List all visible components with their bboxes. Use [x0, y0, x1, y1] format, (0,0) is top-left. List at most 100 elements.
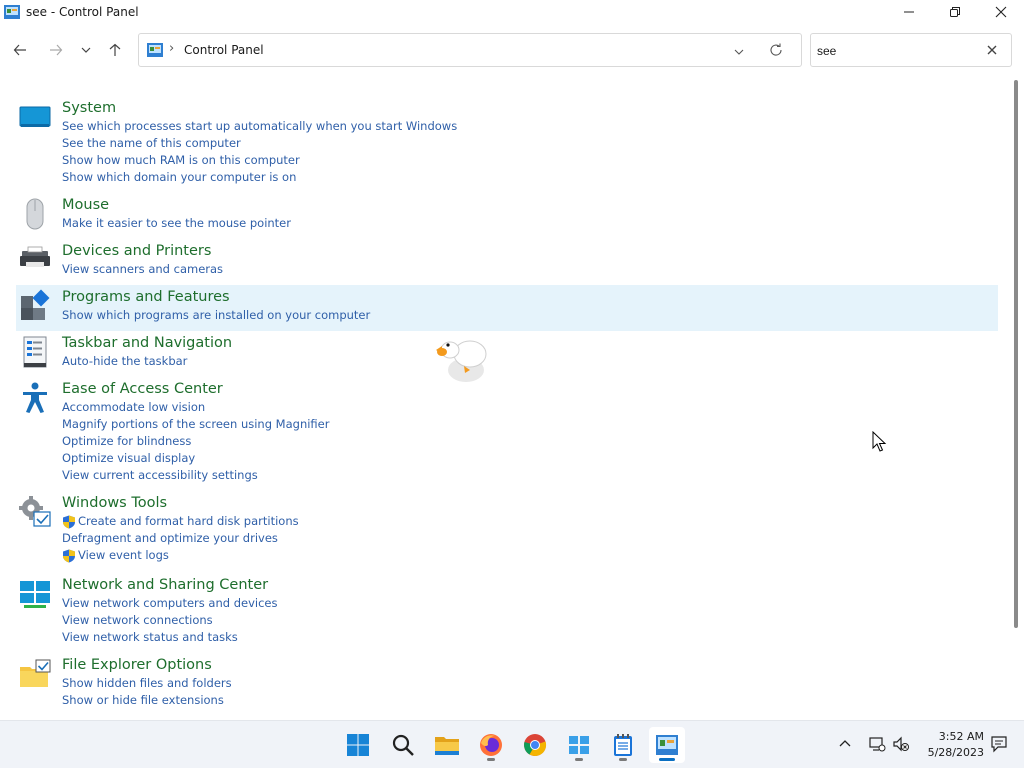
- result-title[interactable]: Taskbar and Navigation: [62, 331, 998, 353]
- result-link[interactable]: View event logs: [62, 547, 998, 564]
- result-link[interactable]: Make it easier to see the mouse pointer: [62, 215, 998, 232]
- maximize-button[interactable]: [932, 0, 978, 24]
- result-link[interactable]: Magnify portions of the screen using Mag…: [62, 416, 998, 433]
- result-link[interactable]: Defragment and optimize your drives: [62, 530, 998, 547]
- goose-icon: [436, 340, 487, 382]
- control-panel-icon: [656, 735, 678, 755]
- uac-shield-icon: [63, 549, 75, 562]
- result-ease-of-access-center: Ease of Access Center Accommodate low vi…: [16, 377, 998, 491]
- result-link[interactable]: See which processes start up automatical…: [62, 118, 998, 135]
- programs-icon: [21, 289, 50, 320]
- result-title[interactable]: System: [62, 96, 998, 118]
- show-hidden-icons-button[interactable]: [834, 733, 856, 755]
- active-indicator: [659, 758, 675, 761]
- result-link[interactable]: View current accessibility settings: [62, 467, 998, 484]
- result-link[interactable]: View network computers and devices: [62, 595, 998, 612]
- window-title: see - Control Panel: [26, 5, 139, 19]
- result-title[interactable]: Mouse: [62, 193, 998, 215]
- result-link[interactable]: Optimize for blindness: [62, 433, 998, 450]
- firefox-icon: [480, 734, 502, 756]
- taskbar-search-button[interactable]: [385, 727, 421, 763]
- result-link-text[interactable]: View event logs: [78, 547, 169, 564]
- result-programs-and-features[interactable]: Programs and Features Show which program…: [16, 285, 998, 331]
- minimize-button[interactable]: [886, 0, 932, 24]
- vertical-scrollbar[interactable]: [1014, 80, 1018, 628]
- title-bar: see - Control Panel: [0, 0, 1024, 24]
- result-windows-tools: Windows Tools Create and format hard dis…: [16, 491, 998, 573]
- address-bar[interactable]: › Control Panel: [138, 33, 802, 67]
- running-indicator: [619, 758, 627, 761]
- result-link[interactable]: View scanners and cameras: [62, 261, 998, 278]
- breadcrumb-control-panel[interactable]: Control Panel: [184, 43, 264, 57]
- notepad-icon: [614, 734, 632, 756]
- mouse-cursor-icon: [872, 431, 887, 452]
- taskbar-notepad[interactable]: [605, 727, 641, 763]
- up-button[interactable]: [105, 40, 125, 60]
- result-network-and-sharing-center: Network and Sharing Center View network …: [16, 573, 998, 653]
- search-icon: [392, 734, 414, 756]
- result-link[interactable]: Show or hide file extensions: [62, 692, 998, 709]
- printer-icon: [20, 246, 50, 267]
- result-link[interactable]: View network connections: [62, 612, 998, 629]
- result-devices-and-printers: Devices and Printers View scanners and c…: [16, 239, 998, 285]
- start-button[interactable]: [340, 727, 376, 763]
- clock[interactable]: 3:52 AM 5/28/2023: [918, 729, 984, 761]
- result-title[interactable]: Windows Tools: [62, 491, 998, 513]
- taskbar-app-grid[interactable]: [561, 727, 597, 763]
- result-link[interactable]: Show hidden files and folders: [62, 675, 998, 692]
- accessibility-icon: [23, 382, 47, 413]
- result-title[interactable]: Programs and Features: [62, 285, 998, 307]
- volume-button[interactable]: [890, 733, 912, 755]
- result-title[interactable]: Network and Sharing Center: [62, 573, 998, 595]
- result-link[interactable]: Show which domain your computer is on: [62, 169, 998, 186]
- result-link[interactable]: Optimize visual display: [62, 450, 998, 467]
- refresh-button[interactable]: [769, 42, 785, 58]
- result-link[interactable]: Show how much RAM is on this computer: [62, 152, 998, 169]
- close-button[interactable]: [978, 0, 1024, 24]
- arrow-right-icon: [50, 44, 63, 56]
- search-input[interactable]: [817, 42, 977, 60]
- taskbar-chrome[interactable]: [517, 727, 553, 763]
- taskbar-file-explorer[interactable]: [429, 727, 465, 763]
- control-panel-icon: [147, 43, 163, 57]
- address-dropdown-button[interactable]: [733, 43, 749, 59]
- result-link[interactable]: Auto-hide the taskbar: [62, 353, 998, 370]
- chrome-icon: [524, 734, 547, 757]
- breadcrumb-separator[interactable]: ›: [169, 41, 174, 56]
- result-title[interactable]: Ease of Access Center: [62, 377, 998, 399]
- network-status-button[interactable]: [866, 733, 888, 755]
- result-link[interactable]: Accommodate low vision: [62, 399, 998, 416]
- clock-date: 5/28/2023: [927, 746, 984, 759]
- result-link[interactable]: View network status and tasks: [62, 629, 998, 646]
- result-link[interactable]: Create and format hard disk partitions: [62, 513, 998, 530]
- search-box[interactable]: [810, 33, 1012, 67]
- chevron-down-icon: [734, 49, 744, 55]
- forward-button[interactable]: [46, 40, 66, 60]
- result-system: System See which processes start up auto…: [16, 96, 998, 193]
- result-title[interactable]: Devices and Printers: [62, 239, 998, 261]
- clear-search-button[interactable]: [985, 43, 999, 57]
- result-taskbar-and-navigation: Taskbar and Navigation Auto-hide the tas…: [16, 331, 998, 377]
- folder-options-icon: [20, 659, 51, 687]
- mouse-icon: [26, 198, 44, 230]
- network-status-icon: [869, 737, 886, 752]
- recent-locations-button[interactable]: [76, 40, 96, 60]
- notifications-button[interactable]: [988, 733, 1010, 755]
- minimize-icon: [904, 11, 914, 13]
- start-icon: [347, 734, 369, 756]
- result-mouse: Mouse Make it easier to see the mouse po…: [16, 193, 998, 239]
- taskbar-icon: [23, 336, 47, 368]
- result-link[interactable]: See the name of this computer: [62, 135, 998, 152]
- taskbar-firefox[interactable]: [473, 727, 509, 763]
- close-icon: [995, 6, 1007, 18]
- taskbar-control-panel[interactable]: [649, 727, 685, 763]
- refresh-icon: [770, 43, 782, 56]
- control-panel-icon: [4, 5, 20, 19]
- chevron-down-icon: [81, 47, 91, 53]
- notification-icon: [991, 736, 1007, 753]
- result-link[interactable]: Show which programs are installed on you…: [62, 307, 998, 324]
- back-button[interactable]: [10, 40, 30, 60]
- taskbar: 3:52 AM 5/28/2023: [0, 720, 1024, 768]
- result-title[interactable]: File Explorer Options: [62, 653, 998, 675]
- result-link-text[interactable]: Create and format hard disk partitions: [78, 513, 299, 530]
